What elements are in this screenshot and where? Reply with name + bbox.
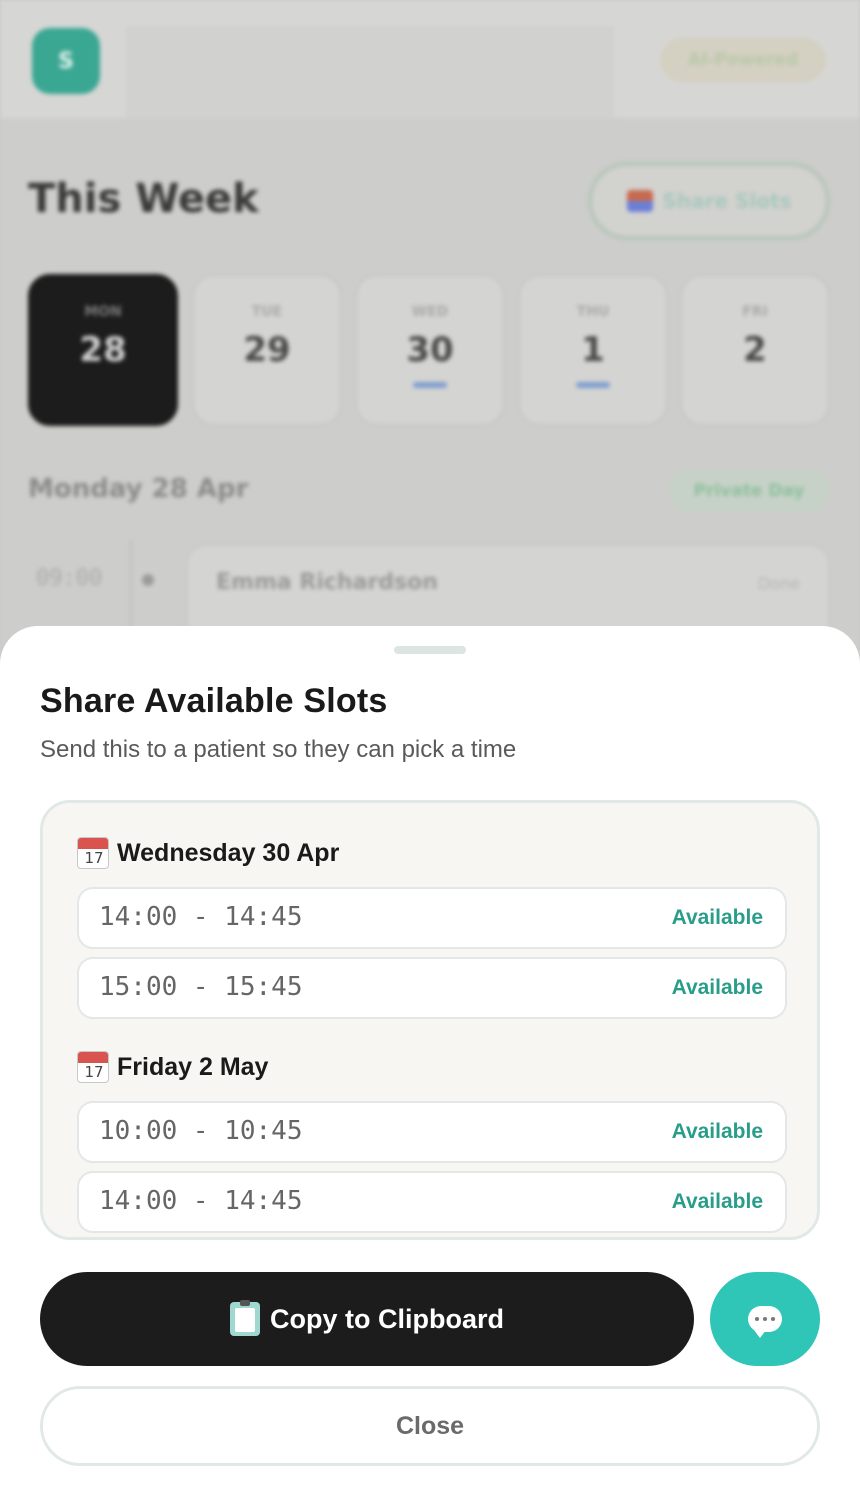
day-name: MON <box>84 304 122 320</box>
app-logo: S <box>32 28 100 94</box>
slots-preview: 17 Wednesday 30 Apr 14:00 - 14:45 Availa… <box>40 800 820 1240</box>
slot-time: 15:00 - 15:45 <box>99 972 303 1002</box>
slot-time: 10:00 - 10:45 <box>99 1116 303 1146</box>
slot-group-date: Wednesday 30 Apr <box>117 838 340 867</box>
slot-status: Available <box>671 1120 763 1143</box>
day-card-mon[interactable]: MON 28 <box>28 274 178 426</box>
copy-to-clipboard-button[interactable]: Copy to Clipboard <box>40 1272 694 1366</box>
slot-group-header: 17 Wednesday 30 Apr <box>77 837 339 869</box>
day-name: WED <box>411 304 449 320</box>
appointment-time: 09:00 <box>36 566 103 591</box>
slot-group-date: Friday 2 May <box>117 1052 269 1081</box>
copy-button-label: Copy to Clipboard <box>270 1303 504 1334</box>
app-header: S AI-Powered <box>0 0 860 118</box>
private-day-badge: Private Day <box>668 470 830 512</box>
day-card-wed[interactable]: WED 30 <box>355 274 505 426</box>
share-slots-label: Share Slots <box>662 189 792 213</box>
slot-row[interactable]: 14:00 - 14:45 Available <box>77 1171 787 1233</box>
selected-date-heading: Monday 28 Apr <box>28 474 249 504</box>
day-number: 28 <box>79 330 127 370</box>
sheet-title: Share Available Slots <box>40 682 388 720</box>
sheet-subtitle: Send this to a patient so they can pick … <box>40 736 517 763</box>
day-number: 29 <box>243 330 291 370</box>
day-number: 30 <box>406 330 454 370</box>
calendar-icon: 17 <box>77 1051 109 1083</box>
availability-marker <box>413 382 447 388</box>
slot-status: Available <box>671 906 763 929</box>
timeline-dot <box>142 574 154 586</box>
chat-bubble-icon <box>748 1306 782 1338</box>
day-card-tue[interactable]: TUE 29 <box>192 274 342 426</box>
share-slots-button[interactable]: Share Slots <box>588 162 830 240</box>
availability-marker <box>576 382 610 388</box>
close-button[interactable]: Close <box>40 1386 820 1466</box>
day-name: THU <box>576 304 610 320</box>
slot-row[interactable]: 14:00 - 14:45 Available <box>77 887 787 949</box>
day-number: 2 <box>743 330 767 370</box>
slot-row[interactable]: 15:00 - 15:45 Available <box>77 957 787 1019</box>
share-slots-sheet: Share Available Slots Send this to a pat… <box>0 626 860 1510</box>
slot-time: 14:00 - 14:45 <box>99 1186 303 1216</box>
sheet-drag-handle[interactable] <box>394 646 466 654</box>
day-number: 1 <box>581 330 605 370</box>
slot-status: Available <box>671 976 763 999</box>
share-icon <box>626 190 653 212</box>
week-title: This Week <box>28 176 259 222</box>
slot-row[interactable]: 10:00 - 10:45 Available <box>77 1101 787 1163</box>
timeline-line <box>130 540 132 630</box>
send-message-button[interactable] <box>710 1272 820 1366</box>
slot-group-header: 17 Friday 2 May <box>77 1051 268 1083</box>
slot-status: Available <box>671 1190 763 1213</box>
day-name: TUE <box>251 304 283 320</box>
calendar-icon: 17 <box>77 837 109 869</box>
app-title-area <box>126 26 614 118</box>
day-name: FRI <box>742 304 768 320</box>
day-card-fri[interactable]: FRI 2 <box>680 274 830 426</box>
clipboard-icon <box>230 1300 260 1336</box>
ai-powered-badge: AI-Powered <box>660 38 826 82</box>
day-card-thu[interactable]: THU 1 <box>518 274 668 426</box>
slot-time: 14:00 - 14:45 <box>99 902 303 932</box>
appointment-status: Done <box>757 574 800 593</box>
appointment-patient-name: Emma Richardson <box>216 570 438 595</box>
